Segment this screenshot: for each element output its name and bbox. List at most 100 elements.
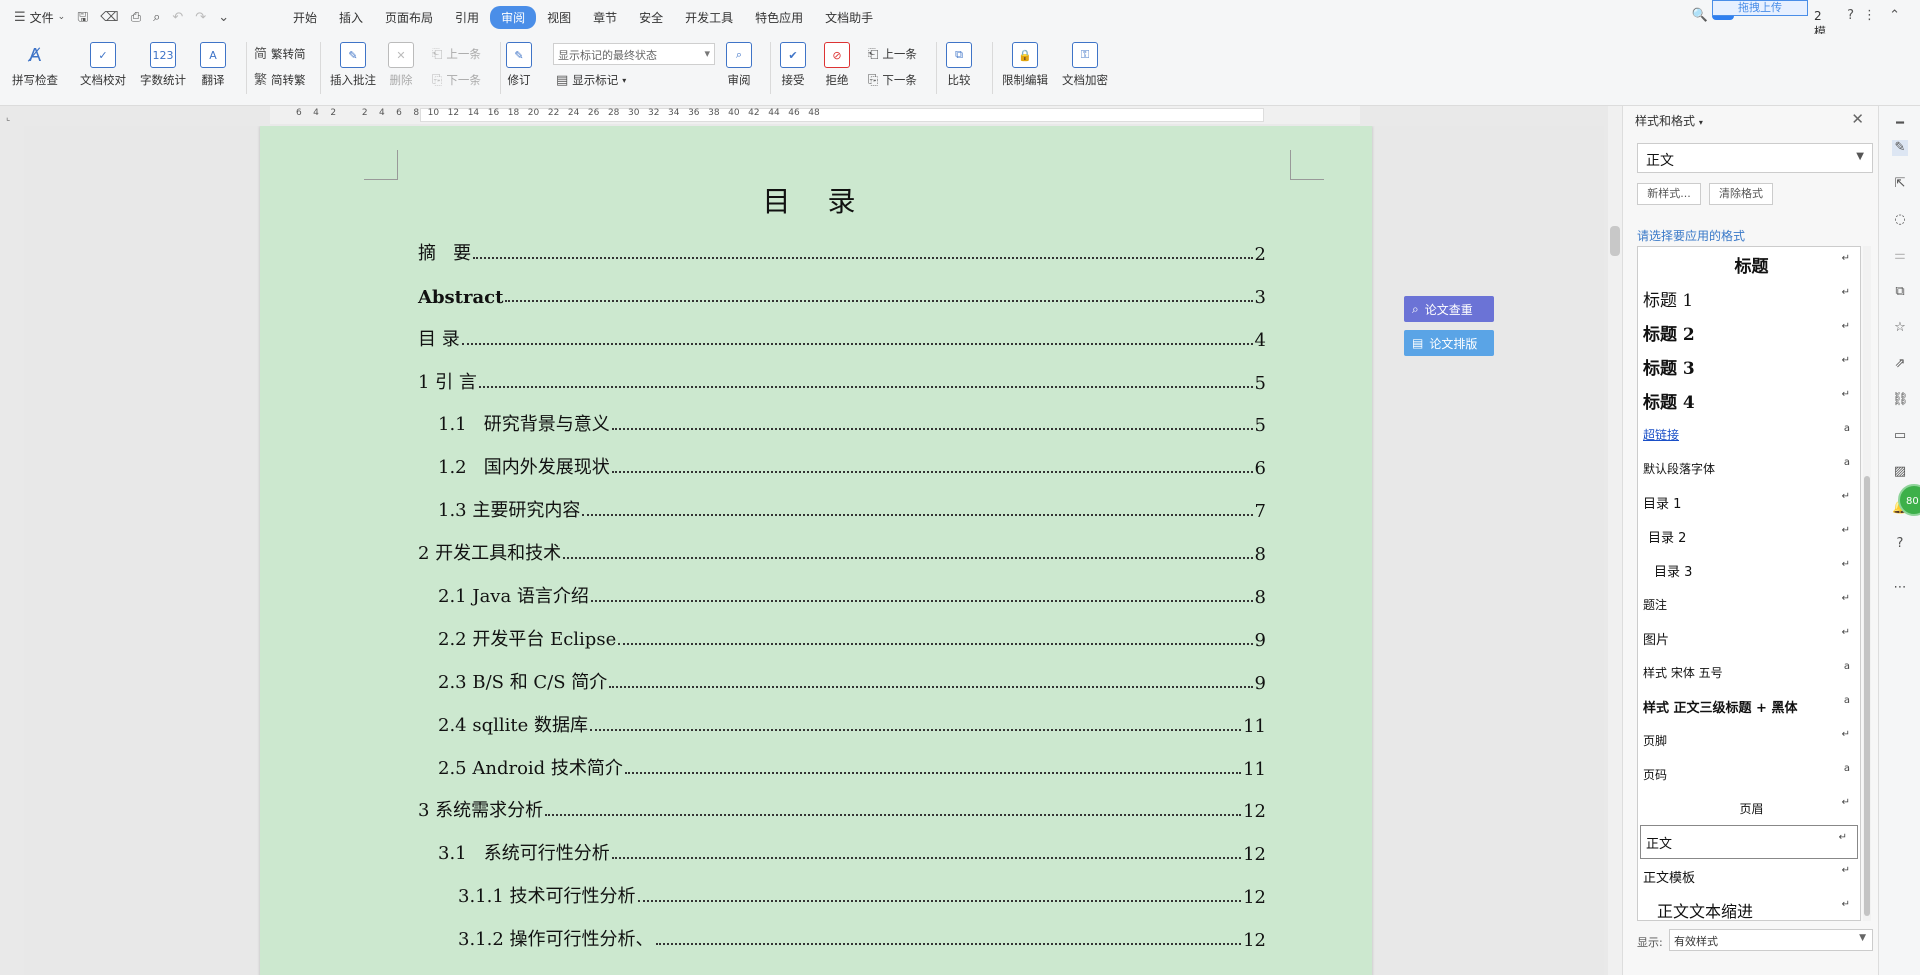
print-icon[interactable]: ⎙ [131,11,141,24]
style-item[interactable]: 目录 3 ↵ [1638,553,1860,587]
delete-comment-button[interactable]: ✕ 删除 [388,42,414,88]
tab-0[interactable]: 开始 [282,6,328,29]
paper-format-button[interactable]: ▤ 论文排版 [1404,330,1494,356]
tab-6[interactable]: 章节 [582,6,628,29]
paper-check-button[interactable]: ⌕ 论文查重 [1404,296,1494,322]
toc-entry[interactable]: 2.3 B/S 和 C/S 简介 9 [418,651,1266,694]
style-item[interactable]: 正文模板 ↵ [1638,859,1860,893]
toc-entry[interactable]: 3.1.1 技术可行性分析 12 [418,865,1266,908]
toc-entry[interactable]: 2.2 开发平台 Eclipse 9 [418,608,1266,651]
style-item[interactable]: 超链接 a [1638,417,1860,451]
toc-entry[interactable]: 2 开发工具和技术 8 [418,522,1266,565]
search-icon[interactable]: 🔍 [1692,9,1708,22]
style-item[interactable]: 标题 2 ↵ [1638,315,1860,349]
insert-comment-button[interactable]: ✎ 插入批注 [330,42,376,88]
style-item[interactable]: 页脚 ↵ [1638,723,1860,757]
doc-proof-button[interactable]: ✓ 文档校对 [80,42,126,88]
close-icon[interactable]: ✕ [1851,110,1864,128]
toc-entry[interactable]: 3 系统需求分析 12 [418,780,1266,822]
horizontal-ruler[interactable]: 6 4 2 2 4 6 8 10 12 14 16 18 20 22 24 26… [270,106,1360,124]
track-changes-button[interactable]: ✎ 修订 [506,42,532,88]
help-icon[interactable]: ? [1847,9,1854,22]
spellcheck-button[interactable]: A̸ 拼写检查 [12,42,58,88]
star-icon[interactable]: ☆ [1892,320,1908,336]
reject-button[interactable]: ⊘ 拒绝 [824,42,850,88]
redo-icon[interactable]: ↷ [195,11,206,24]
next-change-button[interactable]: ⎘ 下一条 [868,72,917,88]
tab-1[interactable]: 插入 [328,6,374,29]
document-page[interactable]: 目 录 摘 要 2 Abstract 3 目 录41 引 言 5 1.1 研究背景与意义 5 1… [260,126,1372,975]
toc-entry[interactable]: 2.5 Android 技术简介 11 [418,737,1266,780]
word-count-button[interactable]: 123 字数统计 [140,42,186,88]
adjust-icon[interactable]: ⚌ [1892,248,1908,264]
style-item[interactable]: 样式 正文三级标题 + 黑体 a [1638,689,1860,723]
simp-to-trad-button[interactable]: 繁简转繁 [254,72,306,88]
toc-entry[interactable]: 1.2 国内外发展现状 6 [418,436,1266,479]
prev-comment-button[interactable]: ⎗ 上一条 [432,46,481,62]
show-markup-button[interactable]: ▤ 显示标记 ▾ [556,72,626,88]
style-item[interactable]: 样式 宋体 五号 a [1638,655,1860,689]
style-item[interactable]: 正文文本缩进 ↵ [1638,893,1860,920]
style-item[interactable]: 题注 ↵ [1638,587,1860,621]
toc-entry[interactable]: 目 录 4 [418,308,1266,351]
toc-entry[interactable]: 1.1 研究背景与意义 5 [418,394,1266,436]
style-item[interactable]: 标题 3 ↵ [1638,349,1860,383]
current-style-select[interactable]: 正文 ▼ [1637,143,1873,173]
review-pane-button[interactable]: ⌕ 审阅 [726,42,752,88]
toc-entry[interactable]: 1.3 主要研究内容 7 [418,479,1266,522]
tab-10[interactable]: 文档助手 [814,6,884,29]
show-filter-select[interactable]: 有效样式 ▼ [1669,929,1873,951]
link-icon[interactable]: ⛓ [1892,392,1909,408]
document-area[interactable]: 目 录 摘 要 2 Abstract 3 目 录41 引 言 5 1.1 研究背景与意义 5 1… [24,126,1604,975]
pane-title[interactable]: 样式和格式 ▾ [1635,112,1703,129]
collapse-ribbon-icon[interactable]: ⌃ [1889,9,1900,22]
clear-format-button[interactable]: 清除格式 [1709,183,1773,205]
style-item[interactable]: 标题 4 ↵ [1638,383,1860,417]
customize-icon[interactable]: ⌄ [218,11,229,24]
help-icon[interactable]: ? [1892,536,1908,552]
tab-8[interactable]: 开发工具 [674,6,744,29]
copy-format-icon[interactable]: ⧉ [1892,284,1908,300]
accept-button[interactable]: ✔ 接受 [780,42,806,88]
drag-upload-button[interactable]: 拖拽上传 [1712,0,1808,16]
tab-7[interactable]: 安全 [628,6,674,29]
tab-3[interactable]: 引用 [444,6,490,29]
more-vert-icon[interactable]: ⋮ [1863,9,1876,22]
tab-4[interactable]: 审阅 [490,5,537,29]
toc-entry[interactable]: 1 引 言 5 [418,351,1266,394]
box-icon[interactable]: ▭ [1892,428,1908,444]
translate-button[interactable]: A 翻译 [200,42,226,88]
restrict-edit-button[interactable]: 🔒 限制编辑 [1002,42,1048,88]
trad-to-simp-button[interactable]: 简繁转简 [254,46,306,62]
compare-button[interactable]: ⧉ 比较 [946,42,972,88]
shapes-icon[interactable]: ◌ [1892,212,1908,228]
style-list-scrollbar[interactable] [1863,246,1871,921]
save-icon[interactable]: 🖫 [77,11,88,24]
style-item[interactable]: 图片 ↵ [1638,621,1860,655]
image-icon[interactable]: ▨ [1892,464,1908,480]
next-comment-button[interactable]: ⎘ 下一条 [432,72,481,88]
ruler-corner[interactable]: ⌞ [6,113,10,123]
toc-entry[interactable]: 摘 要 2 [418,222,1266,265]
style-item[interactable]: 标题 ↵ [1638,247,1860,281]
vertical-scrollbar[interactable] [1608,106,1622,975]
tab-5[interactable]: 视图 [536,6,582,29]
toc-entry[interactable]: 3.1 系统可行性分析 12 [418,822,1266,865]
cloud-save-icon[interactable]: ⌫ [100,11,118,24]
style-item[interactable]: 默认段落字体 a [1638,451,1860,485]
style-item[interactable]: 标题 1 ↵ [1638,281,1860,315]
prev-change-button[interactable]: ⎗ 上一条 [868,46,917,62]
style-item[interactable]: 页码 a [1638,757,1860,791]
toc-entry[interactable]: Abstract 3 [418,265,1266,308]
collapse-icon[interactable]: ━ [1892,116,1908,132]
more-horiz-icon[interactable]: ⋯ [1892,580,1908,596]
tab-2[interactable]: 页面布局 [374,6,444,29]
share-icon[interactable]: ⇗ [1892,356,1908,372]
scrollbar-thumb[interactable] [1864,476,1870,916]
style-item[interactable]: 目录 1 ↵ [1638,485,1860,519]
select-cursor-icon[interactable]: ⇱ [1892,176,1908,192]
style-item[interactable]: 正文 ↵ [1640,825,1858,859]
toc-entry[interactable]: 3.1.2 操作可行性分析、 12 [418,908,1266,951]
file-menu[interactable]: ☰ 文件 ⌄ [14,9,65,26]
style-pen-icon[interactable]: ✎ [1892,140,1908,156]
